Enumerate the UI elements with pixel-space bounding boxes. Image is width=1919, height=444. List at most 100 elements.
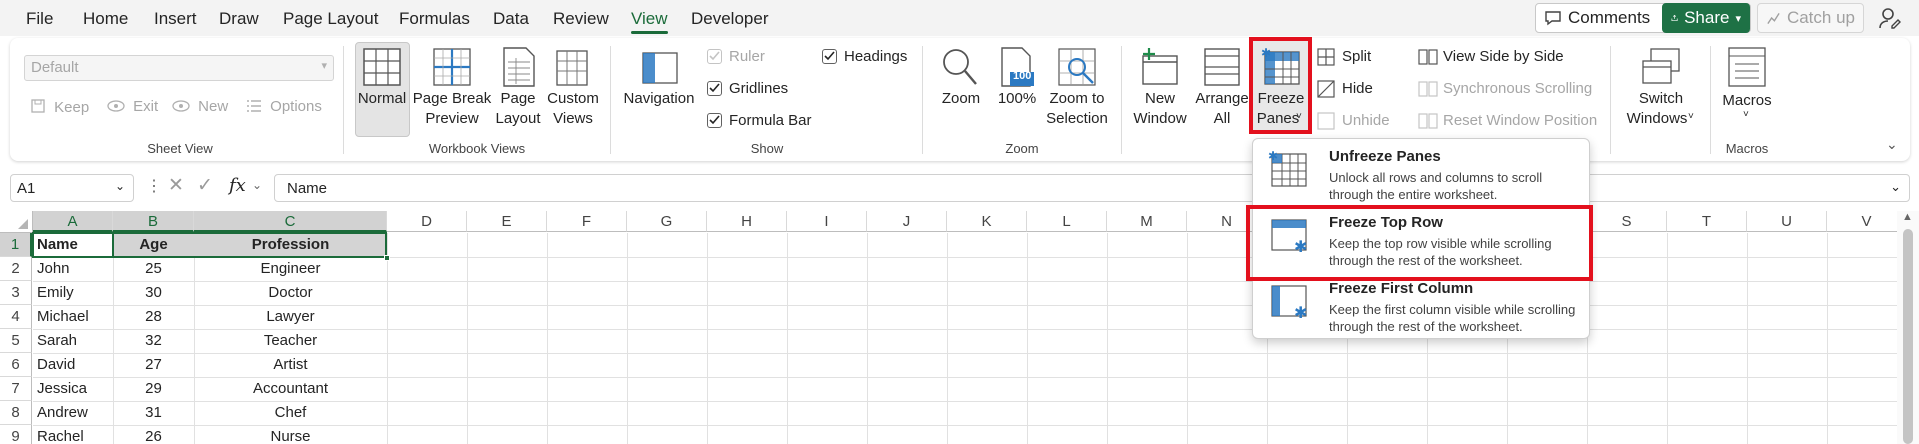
- tab-data[interactable]: Data: [493, 9, 529, 29]
- column-header-e[interactable]: E: [467, 211, 547, 232]
- view-side-by-side-button[interactable]: View Side by Side: [1443, 48, 1564, 65]
- tab-file[interactable]: File: [26, 9, 53, 29]
- tab-home[interactable]: Home: [83, 9, 128, 29]
- column-header-f[interactable]: F: [547, 211, 627, 232]
- fill-handle[interactable]: [384, 255, 390, 261]
- navigation-icon[interactable]: [641, 49, 679, 87]
- page-break-icon[interactable]: [432, 47, 472, 87]
- tab-view[interactable]: View: [631, 9, 668, 29]
- gridlines-checkbox[interactable]: [707, 81, 722, 96]
- column-header-k[interactable]: K: [947, 211, 1027, 232]
- vertical-scrollbar[interactable]: ▲: [1897, 211, 1919, 444]
- tab-page-layout[interactable]: Page Layout: [283, 9, 378, 29]
- unfreeze-panes-item[interactable]: ✱ Unfreeze Panes Unlock all rows and col…: [1253, 139, 1591, 205]
- cancel-icon[interactable]: ✕: [168, 174, 184, 197]
- name-box[interactable]: A1 ⌄: [10, 174, 134, 202]
- column-header-u[interactable]: U: [1747, 211, 1827, 232]
- formula-bar-checkbox[interactable]: [707, 113, 722, 128]
- tab-formulas[interactable]: Formulas: [399, 9, 470, 29]
- keep-button[interactable]: Keep: [30, 98, 89, 116]
- column-header-h[interactable]: H: [707, 211, 787, 232]
- cell-c2[interactable]: Engineer: [198, 257, 383, 281]
- cell-b3[interactable]: 30: [117, 281, 190, 305]
- cell-c9[interactable]: Nurse: [198, 425, 383, 444]
- row-header-2[interactable]: 2: [0, 257, 32, 281]
- new-view-button[interactable]: New: [172, 98, 228, 115]
- cell-c3[interactable]: Doctor: [198, 281, 383, 305]
- tab-review[interactable]: Review: [553, 9, 609, 29]
- row-header-8[interactable]: 8: [0, 401, 32, 425]
- scroll-up-icon[interactable]: ▲: [1902, 211, 1913, 223]
- cell-b4[interactable]: 28: [117, 305, 190, 329]
- catch-up-button[interactable]: Catch up: [1757, 3, 1864, 33]
- select-all-corner[interactable]: [0, 211, 33, 233]
- cell-a5[interactable]: Sarah: [37, 329, 109, 353]
- column-header-a[interactable]: A: [33, 211, 113, 232]
- more-options-icon[interactable]: ⋮: [146, 176, 162, 196]
- cell-b5[interactable]: 32: [117, 329, 190, 353]
- sheet-view-select[interactable]: Default ▾: [24, 55, 334, 81]
- row-header-3[interactable]: 3: [0, 281, 32, 305]
- cell-c8[interactable]: Chef: [198, 401, 383, 425]
- column-header-s[interactable]: S: [1587, 211, 1667, 232]
- cell-a7[interactable]: Jessica: [37, 377, 109, 401]
- cell-c4[interactable]: Lawyer: [198, 305, 383, 329]
- column-header-v[interactable]: V: [1827, 211, 1907, 232]
- tab-draw[interactable]: Draw: [219, 9, 259, 29]
- column-header-t[interactable]: T: [1667, 211, 1747, 232]
- row-header-6[interactable]: 6: [0, 353, 32, 377]
- cell-b8[interactable]: 31: [117, 401, 190, 425]
- hide-button[interactable]: Hide: [1342, 80, 1373, 97]
- cell-b9[interactable]: 26: [117, 425, 190, 444]
- unhide-button[interactable]: Unhide: [1342, 112, 1390, 129]
- person-icon[interactable]: [1878, 6, 1902, 30]
- column-header-m[interactable]: M: [1107, 211, 1187, 232]
- column-header-i[interactable]: I: [787, 211, 867, 232]
- share-button[interactable]: Share ▾: [1662, 3, 1750, 33]
- row-header-9[interactable]: 9: [0, 425, 32, 444]
- cell-a4[interactable]: Michael: [37, 305, 109, 329]
- arrange-all-icon[interactable]: [1203, 47, 1241, 87]
- scrollbar-thumb[interactable]: [1903, 229, 1913, 444]
- row-header-1[interactable]: 1: [0, 233, 32, 257]
- row-header-5[interactable]: 5: [0, 329, 32, 353]
- formula-input[interactable]: Name ⌄: [274, 174, 1910, 202]
- cell-a3[interactable]: Emily: [37, 281, 109, 305]
- macros-icon[interactable]: [1727, 46, 1767, 88]
- column-header-g[interactable]: G: [627, 211, 707, 232]
- cell-a6[interactable]: David: [37, 353, 109, 377]
- cell-b7[interactable]: 29: [117, 377, 190, 401]
- ruler-checkbox[interactable]: [707, 49, 722, 64]
- reset-window-position-button[interactable]: Reset Window Position: [1443, 112, 1597, 129]
- column-header-j[interactable]: J: [867, 211, 947, 232]
- cell-a2[interactable]: John: [37, 257, 109, 281]
- chevron-down-icon[interactable]: ⌄: [252, 178, 262, 192]
- tab-insert[interactable]: Insert: [154, 9, 197, 29]
- column-header-d[interactable]: D: [387, 211, 467, 232]
- page-layout-icon[interactable]: [502, 46, 536, 88]
- cell-b2[interactable]: 25: [117, 257, 190, 281]
- insert-function-button[interactable]: fx: [229, 175, 246, 196]
- switch-windows-icon[interactable]: [1641, 47, 1681, 87]
- cell-c7[interactable]: Accountant: [198, 377, 383, 401]
- headings-checkbox[interactable]: [822, 49, 837, 64]
- column-header-l[interactable]: L: [1027, 211, 1107, 232]
- zoom-to-selection-icon[interactable]: [1057, 47, 1099, 87]
- cell-a9[interactable]: Rachel: [37, 425, 109, 444]
- cell-b6[interactable]: 27: [117, 353, 190, 377]
- cell-c5[interactable]: Teacher: [198, 329, 383, 353]
- tab-developer[interactable]: Developer: [691, 9, 769, 29]
- column-header-b[interactable]: B: [113, 211, 194, 232]
- options-button[interactable]: Options: [246, 98, 322, 115]
- row-header-4[interactable]: 4: [0, 305, 32, 329]
- zoom-icon[interactable]: [940, 46, 980, 88]
- split-button[interactable]: Split: [1342, 48, 1371, 65]
- enter-icon[interactable]: ✓: [197, 174, 213, 197]
- collapse-ribbon-icon[interactable]: ⌄: [1886, 136, 1898, 153]
- column-header-c[interactable]: C: [194, 211, 387, 232]
- exit-button[interactable]: Exit: [107, 98, 158, 115]
- custom-views-icon[interactable]: [553, 47, 593, 87]
- synchronous-scrolling-button[interactable]: Synchronous Scrolling: [1443, 80, 1592, 97]
- expand-formula-icon[interactable]: ⌄: [1890, 179, 1901, 195]
- macros-button[interactable]: Macros: [1722, 91, 1771, 110]
